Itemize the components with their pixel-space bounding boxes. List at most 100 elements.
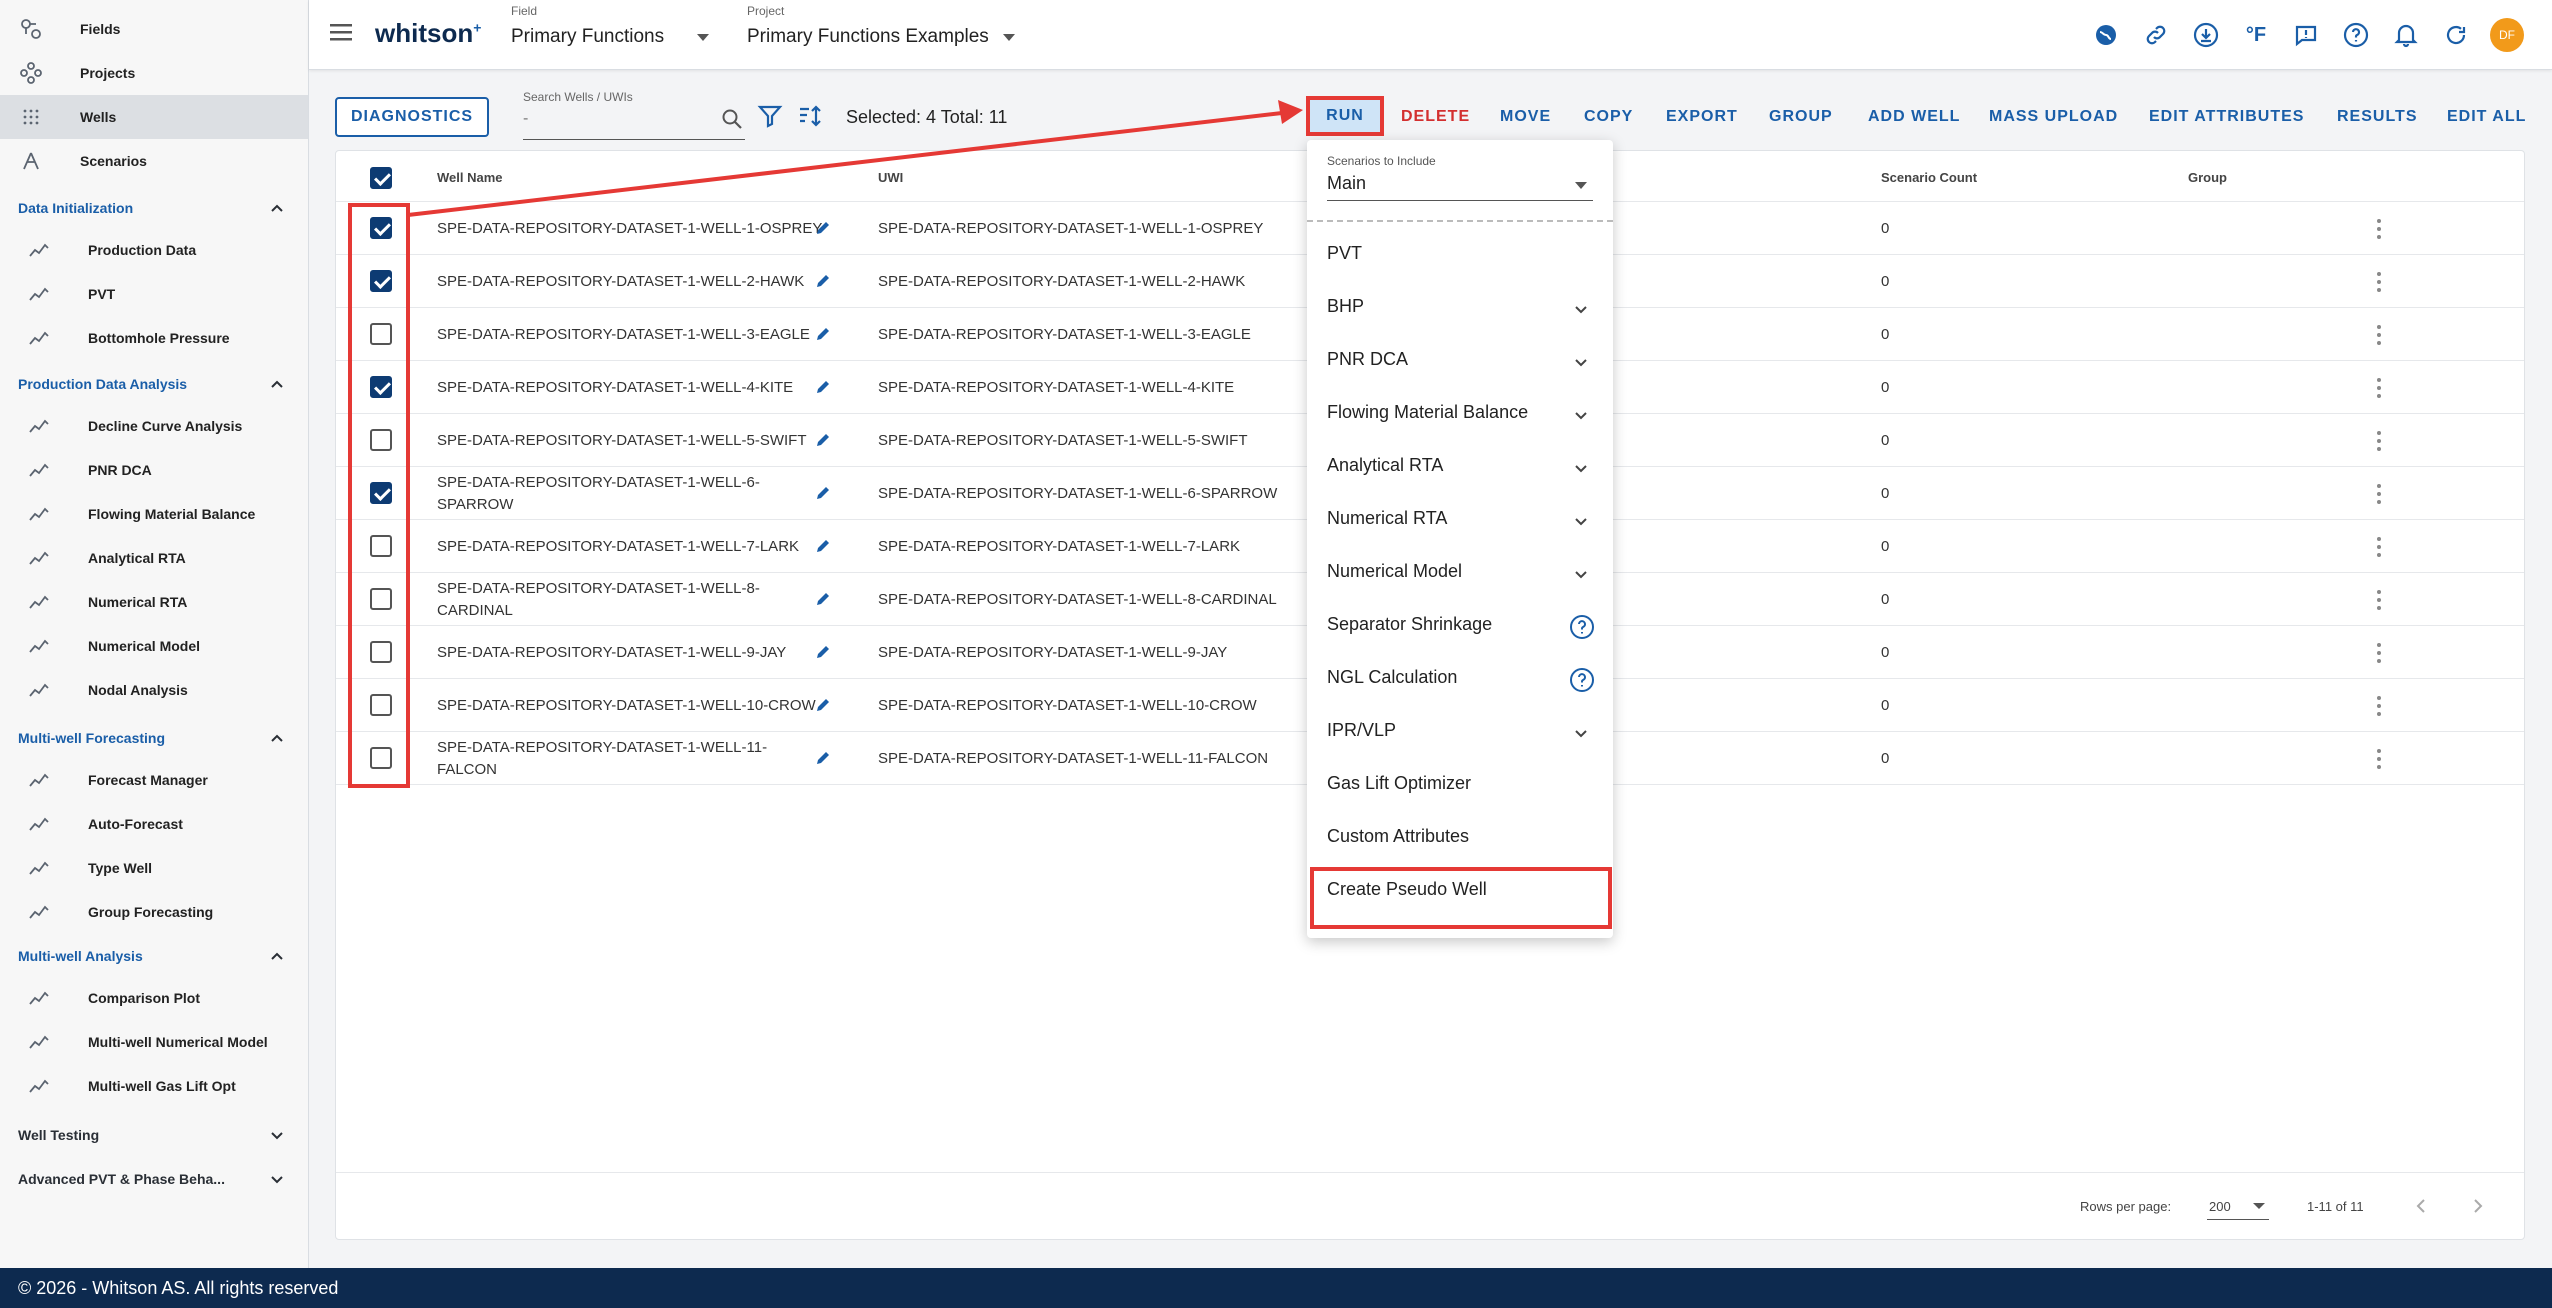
- edit-pencil-icon[interactable]: [814, 696, 832, 714]
- menu-icon[interactable]: [330, 22, 352, 42]
- sidebar-section-well-testing[interactable]: Well Testing: [0, 1115, 308, 1155]
- help-icon[interactable]: [1569, 614, 1595, 640]
- edit-pencil-icon[interactable]: [814, 219, 832, 237]
- well-name-cell[interactable]: SPE-DATA-REPOSITORY-DATASET-1-WELL-5-SWI…: [437, 430, 807, 452]
- copy-button[interactable]: COPY: [1584, 108, 1633, 126]
- well-name-cell[interactable]: SPE-DATA-REPOSITORY-DATASET-1-WELL-7-LAR…: [437, 536, 799, 558]
- edit-pencil-icon[interactable]: [814, 537, 832, 555]
- sidebar-item-flowing-material-balance[interactable]: Flowing Material Balance: [0, 492, 308, 536]
- refresh-icon[interactable]: [2440, 19, 2472, 51]
- chevron-left-icon[interactable]: [2412, 1196, 2432, 1216]
- project-select[interactable]: Project Primary Functions Examples: [747, 4, 1027, 48]
- well-name-cell[interactable]: SPE-DATA-REPOSITORY-DATASET-1-WELL-3-EAG…: [437, 324, 810, 346]
- sidebar-section-multi-well-forecasting[interactable]: Multi-well Forecasting: [0, 718, 308, 758]
- avatar[interactable]: DF: [2490, 18, 2524, 52]
- search-icon[interactable]: [721, 108, 743, 130]
- sidebar-item-nodal-analysis[interactable]: Nodal Analysis: [0, 668, 308, 712]
- edit-pencil-icon[interactable]: [814, 272, 832, 290]
- add-well-button[interactable]: ADD WELL: [1868, 108, 1960, 126]
- column-header-well-name[interactable]: Well Name: [437, 170, 503, 185]
- help-icon[interactable]: [1569, 667, 1595, 693]
- more-options-icon[interactable]: [2376, 642, 2382, 664]
- sidebar-item-fields[interactable]: Fields: [0, 7, 308, 51]
- more-options-icon[interactable]: [2376, 324, 2382, 346]
- sidebar-item-wells[interactable]: Wells: [0, 95, 308, 139]
- search-wells-input[interactable]: Search Wells / UWIs -: [523, 90, 745, 140]
- sidebar-item-decline-curve-analysis[interactable]: Decline Curve Analysis: [0, 404, 308, 448]
- field-select[interactable]: Field Primary Functions: [511, 4, 731, 48]
- sidebar-item-auto-forecast[interactable]: Auto-Forecast: [0, 802, 308, 846]
- more-options-icon[interactable]: [2376, 536, 2382, 558]
- sidebar-item-multi-well-gas-lift-opt[interactable]: Multi-well Gas Lift Opt: [0, 1064, 308, 1108]
- move-button[interactable]: MOVE: [1500, 108, 1551, 126]
- more-options-icon[interactable]: [2376, 430, 2382, 452]
- sidebar-item-numerical-rta[interactable]: Numerical RTA: [0, 580, 308, 624]
- select-all-checkbox[interactable]: [370, 167, 392, 189]
- edit-pencil-icon[interactable]: [814, 431, 832, 449]
- edit-pencil-icon[interactable]: [814, 590, 832, 608]
- column-header-scenario-count[interactable]: Scenario Count: [1881, 170, 1977, 185]
- sidebar-item-scenarios[interactable]: Scenarios: [0, 139, 308, 183]
- well-name-cell[interactable]: SPE-DATA-REPOSITORY-DATASET-1-WELL-9-JAY: [437, 642, 786, 664]
- help-icon[interactable]: [2340, 19, 2372, 51]
- sort-icon[interactable]: [797, 103, 823, 129]
- sidebar-section-advanced-pvt-phase-beha[interactable]: Advanced PVT & Phase Beha...: [0, 1159, 308, 1199]
- more-options-icon[interactable]: [2376, 589, 2382, 611]
- sidebar-item-projects[interactable]: Projects: [0, 51, 308, 95]
- more-options-icon[interactable]: [2376, 748, 2382, 770]
- edit-pencil-icon[interactable]: [814, 325, 832, 343]
- sidebar-item-group-forecasting[interactable]: Group Forecasting: [0, 890, 308, 934]
- run-button[interactable]: RUN: [1306, 96, 1384, 136]
- more-options-icon[interactable]: [2376, 483, 2382, 505]
- feedback-icon[interactable]: [2290, 19, 2322, 51]
- sidebar-item-forecast-manager[interactable]: Forecast Manager: [0, 758, 308, 802]
- column-header-group[interactable]: Group: [2188, 170, 2227, 185]
- edit-pencil-icon[interactable]: [814, 484, 832, 502]
- sidebar-item-production-data[interactable]: Production Data: [0, 228, 308, 272]
- edit-attributes-button[interactable]: EDIT ATTRIBUTES: [2149, 108, 2304, 126]
- sidebar-item-multi-well-numerical-model[interactable]: Multi-well Numerical Model: [0, 1020, 308, 1064]
- group-button[interactable]: GROUP: [1769, 108, 1833, 126]
- sidebar-section-label: Production Data Analysis: [18, 376, 188, 392]
- more-options-icon[interactable]: [2376, 218, 2382, 240]
- sidebar-section-multi-well-analysis[interactable]: Multi-well Analysis: [0, 936, 308, 976]
- more-options-icon[interactable]: [2376, 271, 2382, 293]
- sidebar-item-bottomhole-pressure[interactable]: Bottomhole Pressure: [0, 316, 308, 360]
- sidebar-item-pnr-dca[interactable]: PNR DCA: [0, 448, 308, 492]
- brand-logo[interactable]: whitson+: [375, 18, 481, 49]
- edit-pencil-icon[interactable]: [814, 749, 832, 767]
- column-header-uwi[interactable]: UWI: [878, 170, 903, 185]
- sidebar-item-numerical-model[interactable]: Numerical Model: [0, 624, 308, 668]
- well-name-cell[interactable]: SPE-DATA-REPOSITORY-DATASET-1-WELL-2-HAW…: [437, 271, 804, 293]
- globe-icon[interactable]: [2090, 19, 2122, 51]
- sidebar-section-data-initialization[interactable]: Data Initialization: [0, 188, 308, 228]
- chevron-right-icon[interactable]: [2467, 1196, 2487, 1216]
- temperature-unit-toggle[interactable]: °F: [2240, 19, 2272, 51]
- mass-upload-button[interactable]: MASS UPLOAD: [1989, 108, 2118, 126]
- sidebar-item-comparison-plot[interactable]: Comparison Plot: [0, 976, 308, 1020]
- diagnostics-button[interactable]: DIAGNOSTICS: [335, 97, 489, 137]
- sidebar-item-analytical-rta[interactable]: Analytical RTA: [0, 536, 308, 580]
- rows-per-page-select[interactable]: 200: [2207, 1190, 2269, 1220]
- sidebar-item-type-well[interactable]: Type Well: [0, 846, 308, 890]
- well-name-cell[interactable]: SPE-DATA-REPOSITORY-DATASET-1-WELL-11- FA…: [437, 737, 807, 781]
- notifications-icon[interactable]: [2390, 19, 2422, 51]
- filter-icon[interactable]: [757, 103, 783, 129]
- edit-all-button[interactable]: EDIT ALL: [2447, 108, 2526, 126]
- well-name-cell[interactable]: SPE-DATA-REPOSITORY-DATASET-1-WELL-8- CAR…: [437, 578, 807, 622]
- export-button[interactable]: EXPORT: [1666, 108, 1738, 126]
- results-button[interactable]: RESULTS: [2337, 108, 2417, 126]
- link-icon[interactable]: [2140, 19, 2172, 51]
- well-name-cell[interactable]: SPE-DATA-REPOSITORY-DATASET-1-WELL-6- SPA…: [437, 472, 807, 516]
- download-icon[interactable]: [2190, 19, 2222, 51]
- sidebar-section-production-data-analysis[interactable]: Production Data Analysis: [0, 364, 308, 404]
- edit-pencil-icon[interactable]: [814, 643, 832, 661]
- well-name-cell[interactable]: SPE-DATA-REPOSITORY-DATASET-1-WELL-10-CR…: [437, 695, 816, 717]
- well-name-cell[interactable]: SPE-DATA-REPOSITORY-DATASET-1-WELL-4-KIT…: [437, 377, 793, 399]
- more-options-icon[interactable]: [2376, 695, 2382, 717]
- sidebar-item-pvt[interactable]: PVT: [0, 272, 308, 316]
- delete-button[interactable]: DELETE: [1401, 108, 1470, 126]
- more-options-icon[interactable]: [2376, 377, 2382, 399]
- well-name-cell[interactable]: SPE-DATA-REPOSITORY-DATASET-1-WELL-1-OSP…: [437, 218, 822, 240]
- edit-pencil-icon[interactable]: [814, 378, 832, 396]
